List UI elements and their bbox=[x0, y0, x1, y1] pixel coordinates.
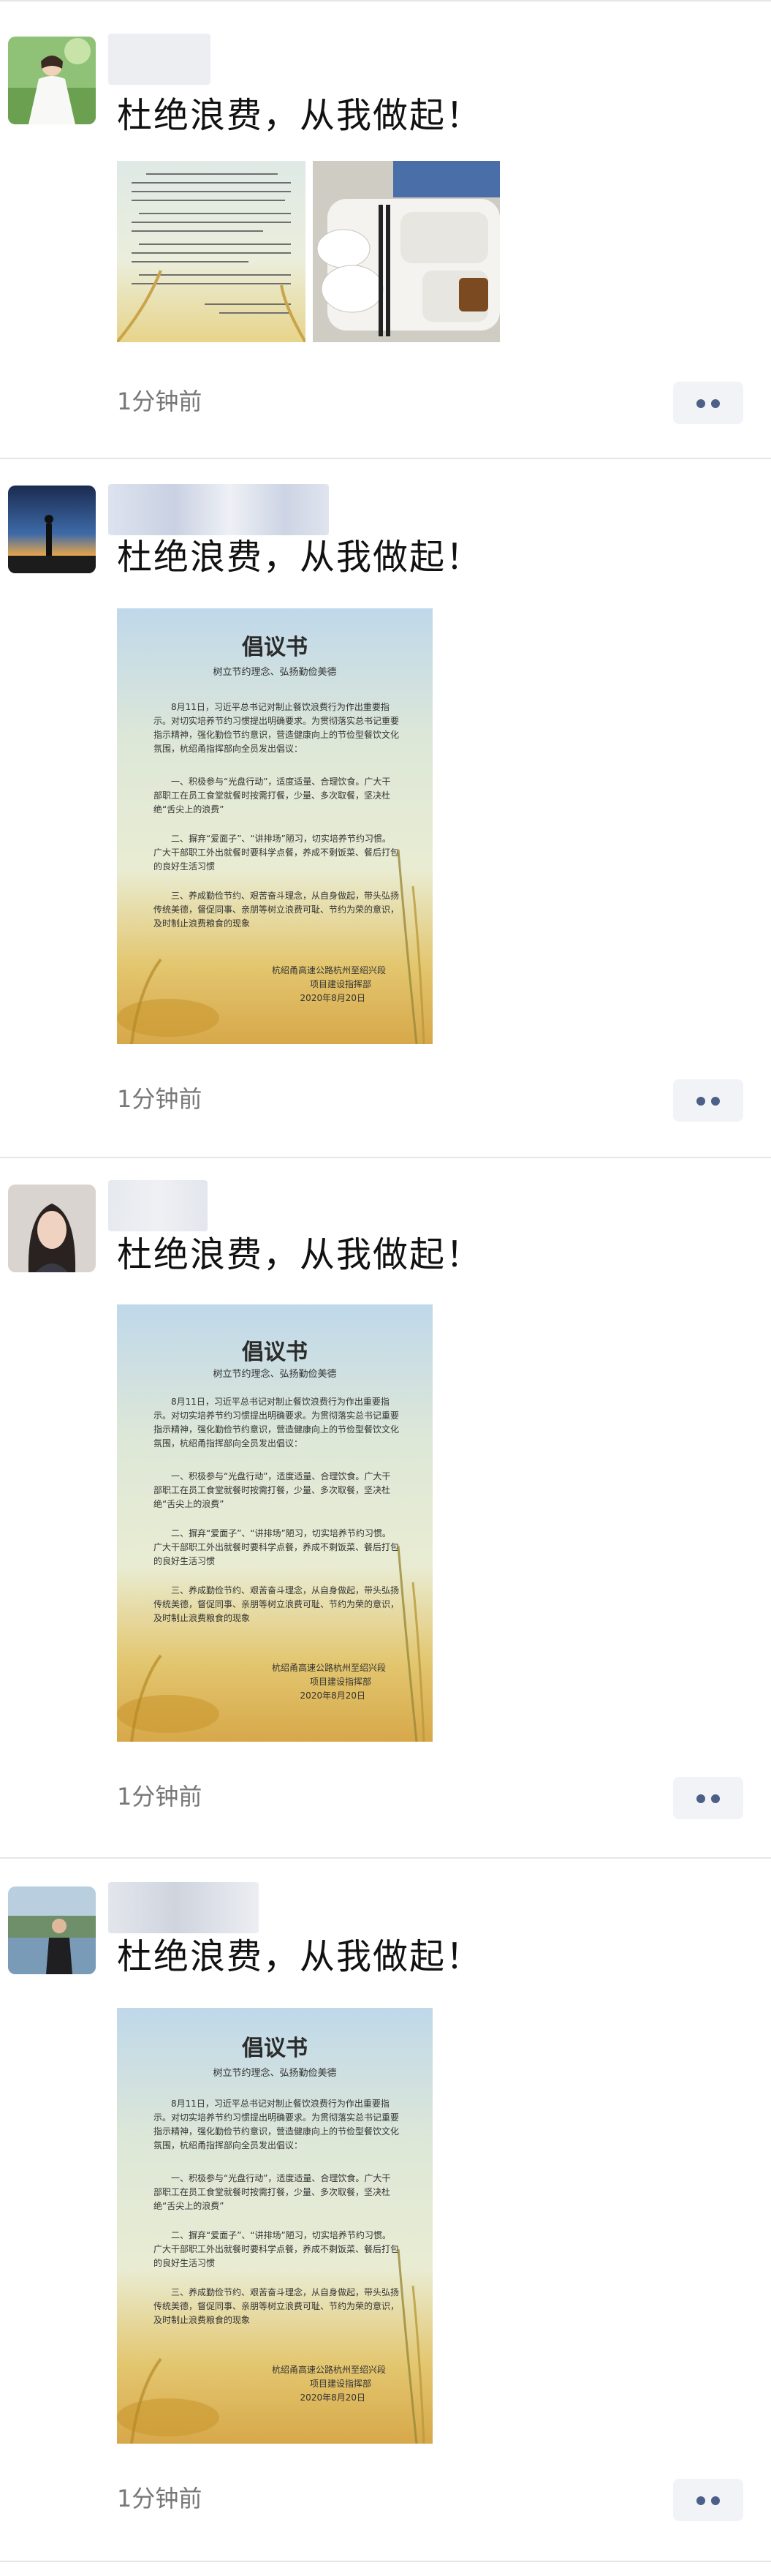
post-time: 1分钟前 bbox=[117, 1783, 202, 1810]
more-actions-button[interactable] bbox=[673, 382, 743, 424]
more-actions-button[interactable] bbox=[673, 2479, 743, 2521]
post-time: 1分钟前 bbox=[117, 388, 202, 415]
moment-post: 杜绝浪费，从我做起！ 倡议书 树立节约理念、弘扬勤俭美德 8月11日，习近平总书… bbox=[0, 1158, 771, 1859]
nickname-placeholder[interactable] bbox=[108, 484, 329, 535]
more-dot-icon bbox=[711, 399, 720, 408]
woman-portrait-avatar bbox=[8, 1185, 96, 1272]
post-text: 杜绝浪费，从我做起！ bbox=[117, 95, 483, 136]
wheat-decoration bbox=[117, 849, 425, 1044]
more-dot-icon bbox=[711, 2496, 720, 2505]
moment-post: 杜绝浪费，从我做起！ 倡议书 树立节约理念、弘扬勤俭美德 8月11日，习近平总书… bbox=[0, 459, 771, 1158]
more-dot-icon bbox=[696, 1794, 705, 1803]
post-image-proposal-letter[interactable]: 倡议书 树立节约理念、弘扬勤俭美德 8月11日，习近平总书记对制止餐饮浪费行为作… bbox=[117, 1304, 433, 1742]
avatar[interactable] bbox=[8, 1886, 96, 1974]
avatar[interactable] bbox=[8, 1185, 96, 1272]
more-actions-button[interactable] bbox=[673, 1079, 743, 1122]
letter-text-lines bbox=[117, 173, 305, 342]
post-text: 杜绝浪费，从我做起！ bbox=[117, 537, 483, 578]
post-image-cafeteria-tray[interactable] bbox=[313, 161, 500, 342]
wheat-decoration bbox=[117, 2248, 425, 2444]
post-text: 杜绝浪费，从我做起！ bbox=[117, 1936, 483, 1977]
post-text: 杜绝浪费，从我做起！ bbox=[117, 1234, 483, 1275]
more-dot-icon bbox=[696, 2496, 705, 2505]
more-dot-icon bbox=[711, 1097, 720, 1106]
avatar[interactable] bbox=[8, 486, 96, 573]
moment-post: 杜绝浪费，从我做起！ 倡议书 树立节约理念、弘扬勤俭美德 8月11日，习近平总书… bbox=[0, 1859, 771, 2562]
post-time: 1分钟前 bbox=[117, 2485, 202, 2512]
moment-post: 杜绝浪费，从我做起！ 1分钟前 bbox=[0, 0, 771, 459]
sunset-silhouette-avatar bbox=[8, 486, 96, 573]
more-actions-button[interactable] bbox=[673, 1777, 743, 1819]
man-by-lake-avatar bbox=[8, 1886, 96, 1974]
nickname-placeholder[interactable] bbox=[108, 1882, 259, 1933]
more-dot-icon bbox=[711, 1794, 720, 1803]
post-image-letter-photo[interactable] bbox=[117, 161, 305, 342]
moments-feed: 杜绝浪费，从我做起！ 1分钟前 杜绝浪费，从我做起！ 倡议书 树立节约理念、弘扬… bbox=[0, 0, 771, 2576]
post-image-proposal-letter[interactable]: 倡议书 树立节约理念、弘扬勤俭美德 8月11日，习近平总书记对制止餐饮浪费行为作… bbox=[117, 2008, 433, 2444]
more-dot-icon bbox=[696, 1097, 705, 1106]
nickname-placeholder[interactable] bbox=[108, 34, 210, 85]
post-image-proposal-letter[interactable]: 倡议书 树立节约理念、弘扬勤俭美德 8月11日，习近平总书记对制止餐饮浪费行为作… bbox=[117, 608, 433, 1044]
woman-in-white-dress-avatar bbox=[8, 37, 96, 124]
avatar[interactable] bbox=[8, 37, 96, 124]
more-dot-icon bbox=[696, 399, 705, 408]
wheat-decoration bbox=[117, 1545, 425, 1742]
nickname-placeholder[interactable] bbox=[108, 1180, 208, 1231]
tray-photo bbox=[313, 161, 500, 342]
post-time: 1分钟前 bbox=[117, 1085, 202, 1113]
